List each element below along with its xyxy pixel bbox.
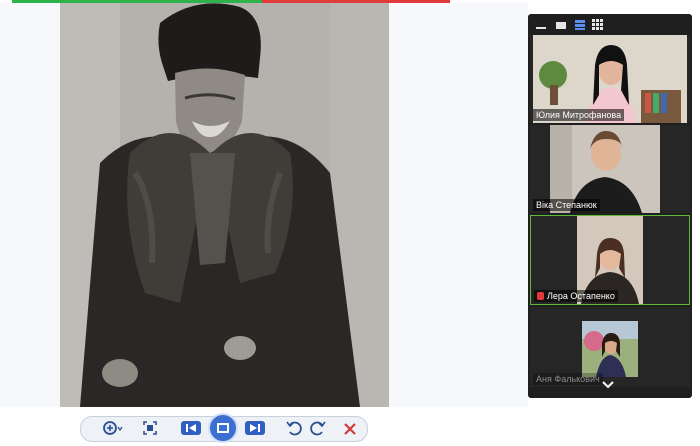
delete-icon[interactable] [343,419,357,437]
participant-avatar [582,321,638,377]
participant-tile-4[interactable]: Аня Фалькович [530,307,690,387]
chevron-down-icon[interactable] [602,381,614,389]
gallery-view-icon[interactable] [592,19,604,31]
participant-tile-1[interactable]: Юлия Митрофанова [530,35,690,123]
participant-name: Віка Степанюк [533,199,600,211]
participant-name: Аня Фалькович [533,373,603,385]
previous-icon[interactable] [181,419,201,437]
zoom-in-icon[interactable] [101,419,123,437]
slideshow-icon [217,423,229,433]
rotate-right-icon[interactable] [309,419,327,437]
zoom-view-toolbar [528,14,692,36]
participant-name: Лера Остапенко [547,291,615,301]
speaker-view-icon[interactable] [555,19,567,31]
participant-tile-3-active[interactable]: Лера Остапенко [530,215,690,305]
image-viewer [0,3,528,407]
next-icon[interactable] [245,419,265,437]
participant-tile-2[interactable]: Віка Степанюк [530,125,690,213]
participant-name-tag: Лера Остапенко [534,290,618,302]
participant-name: Юлия Митрофанова [533,109,625,121]
zoom-participants-panel: Юлия Митрофанова Віка Степанюк Лера Оста… [528,14,692,398]
strip-view-icon[interactable] [574,19,586,31]
minimize-icon[interactable] [535,19,547,31]
rotate-left-icon[interactable] [285,419,303,437]
slideshow-button[interactable] [208,413,238,443]
portrait-photo [60,3,389,407]
photo-viewer-toolbar [80,413,368,443]
muted-mic-icon [537,292,544,300]
fit-screen-icon[interactable] [141,419,159,437]
